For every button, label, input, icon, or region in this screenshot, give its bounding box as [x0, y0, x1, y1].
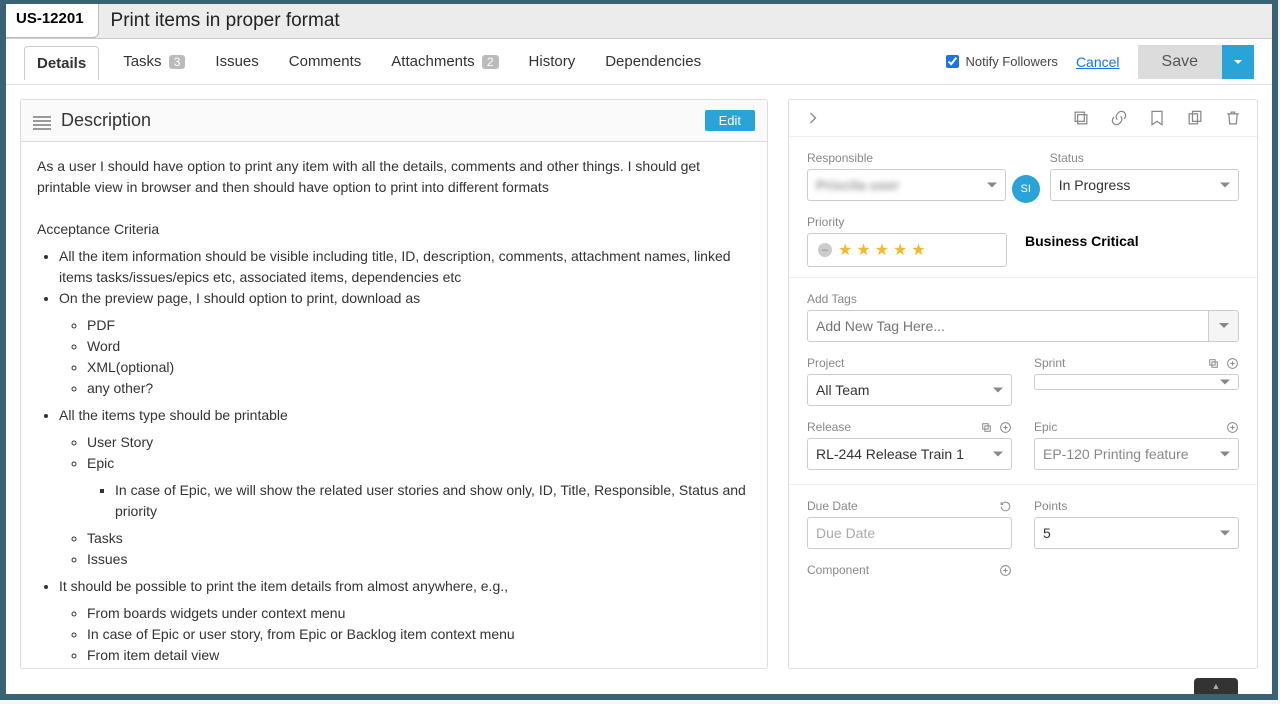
ac-subitem: Word	[87, 336, 751, 357]
trash-icon[interactable]	[1223, 108, 1243, 128]
component-label: Component	[807, 563, 869, 577]
duplicate-icon[interactable]	[1185, 108, 1205, 128]
description-heading: Description	[61, 110, 705, 131]
description-panel: Description Edit As a user I should have…	[20, 99, 768, 669]
acceptance-criteria-heading: Acceptance Criteria	[37, 219, 751, 240]
star-icon: ★	[856, 240, 870, 260]
properties-panel: Responsible Priscila user SI Status In P…	[788, 99, 1258, 669]
ac-subitem: Tasks	[87, 528, 751, 549]
ac-subitem: From pop-up under context menu	[87, 666, 751, 668]
ac-subitem: any other?	[87, 378, 751, 399]
tab-issues[interactable]: Issues	[209, 43, 264, 80]
responsible-label: Responsible	[807, 151, 1006, 165]
chevron-down-icon	[1233, 57, 1243, 67]
add-icon[interactable]	[1226, 357, 1239, 370]
item-title: Print items in proper format	[99, 10, 340, 32]
priority-clear-icon[interactable]: –	[818, 243, 832, 257]
release-select[interactable]: RL-244 Release Train 1	[807, 438, 1012, 470]
responsible-select[interactable]: Priscila user	[807, 169, 1006, 201]
ac-subsubitem: In case of Epic, we will show the relate…	[115, 480, 751, 522]
sprint-label: Sprint	[1034, 356, 1065, 370]
points-select[interactable]: 5	[1034, 517, 1239, 549]
ac-subitem: Epic In case of Epic, we will show the r…	[87, 453, 751, 522]
bookmark-icon[interactable]	[1147, 108, 1167, 128]
add-tags-label: Add Tags	[807, 292, 1239, 306]
ac-item: All the item information should be visib…	[59, 246, 751, 288]
popout-icon[interactable]	[1207, 357, 1220, 370]
ac-subitem: XML(optional)	[87, 357, 751, 378]
expand-icon[interactable]	[803, 108, 823, 128]
tab-bar: Details Tasks 3 Issues Comments Attachme…	[6, 39, 1272, 85]
ac-subitem: From boards widgets under context menu	[87, 603, 751, 624]
description-body: As a user I should have option to print …	[21, 142, 767, 668]
points-label: Points	[1034, 499, 1239, 513]
add-icon[interactable]	[1226, 421, 1239, 434]
star-icon: ★	[893, 240, 907, 260]
tab-tasks-label: Tasks	[123, 53, 161, 70]
project-label: Project	[807, 356, 1012, 370]
star-icon: ★	[838, 240, 852, 260]
ac-subitem: PDF	[87, 315, 751, 336]
add-icon[interactable]	[999, 421, 1012, 434]
tab-attachments-label: Attachments	[391, 53, 474, 70]
popout-icon[interactable]	[980, 421, 993, 434]
epic-label: Epic	[1034, 420, 1057, 434]
ac-subitem: From item detail view	[87, 645, 751, 666]
ac-item: All the items type should be printable U…	[59, 405, 751, 570]
tasks-count-badge: 3	[169, 55, 186, 69]
notify-followers-toggle[interactable]: Notify Followers	[946, 54, 1057, 69]
tab-dependencies[interactable]: Dependencies	[599, 43, 707, 80]
status-select[interactable]: In Progress	[1050, 169, 1239, 201]
sprint-select[interactable]	[1034, 374, 1239, 390]
tags-dropdown-button[interactable]	[1209, 310, 1239, 342]
priority-label: Priority	[807, 215, 1007, 229]
add-tags-input[interactable]	[807, 310, 1209, 342]
release-label: Release	[807, 420, 851, 434]
tab-history[interactable]: History	[523, 43, 582, 80]
drag-handle-icon[interactable]	[33, 114, 51, 128]
ac-subitem: In case of Epic or user story, from Epic…	[87, 624, 751, 645]
header-bar: US-12201 Print items in proper format	[6, 4, 1272, 39]
tab-attachments[interactable]: Attachments 2	[385, 43, 504, 80]
tab-details[interactable]: Details	[24, 46, 99, 80]
ac-item: It should be possible to print the item …	[59, 576, 751, 668]
status-label: Status	[1050, 151, 1239, 165]
link-icon[interactable]	[1109, 108, 1129, 128]
due-date-input[interactable]	[807, 517, 1012, 549]
project-select[interactable]: All Team	[807, 374, 1012, 406]
item-id-tab[interactable]: US-12201	[6, 4, 99, 38]
reset-icon[interactable]	[999, 500, 1012, 513]
epic-select[interactable]: EP-120 Printing feature	[1034, 438, 1239, 470]
notify-followers-label: Notify Followers	[965, 54, 1057, 69]
priority-text: Business Critical	[1025, 233, 1139, 249]
edit-description-button[interactable]: Edit	[705, 110, 755, 131]
tab-comments[interactable]: Comments	[283, 43, 368, 80]
cancel-link[interactable]: Cancel	[1076, 54, 1120, 70]
star-icon: ★	[875, 240, 889, 260]
description-intro: As a user I should have option to print …	[37, 156, 751, 198]
ac-subitem: User Story	[87, 432, 751, 453]
copy-icon[interactable]	[1071, 108, 1091, 128]
save-button[interactable]: Save	[1138, 45, 1222, 79]
responsible-avatar[interactable]: SI	[1012, 175, 1040, 203]
add-icon[interactable]	[999, 564, 1012, 577]
ac-item: On the preview page, I should option to …	[59, 288, 751, 399]
ac-subitem: Issues	[87, 549, 751, 570]
notify-followers-checkbox[interactable]	[946, 55, 959, 68]
save-dropdown-button[interactable]	[1222, 45, 1254, 79]
due-date-label: Due Date	[807, 499, 858, 513]
footer-expand-handle[interactable]	[1194, 678, 1238, 694]
attachments-count-badge: 2	[482, 55, 499, 69]
tab-tasks[interactable]: Tasks 3	[117, 43, 191, 80]
star-icon: ★	[911, 240, 925, 260]
priority-stars[interactable]: – ★ ★ ★ ★ ★	[807, 233, 1007, 267]
